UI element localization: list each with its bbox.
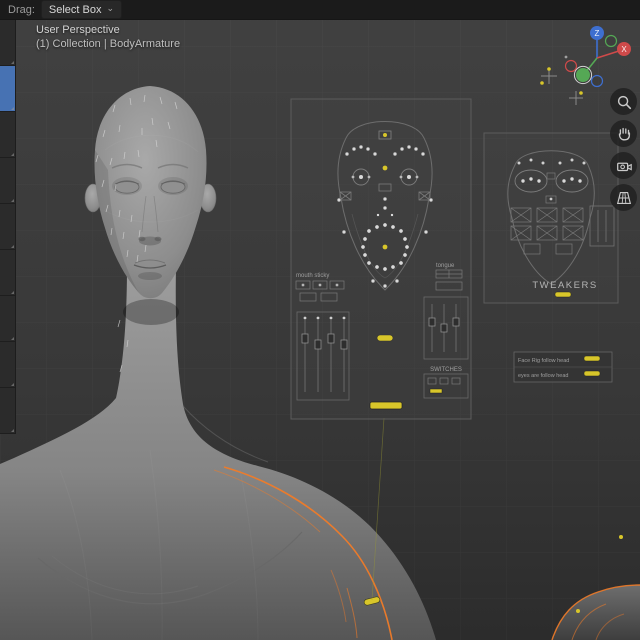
follow-row-2-label: eyes are follow head	[518, 373, 568, 379]
follow-toggle-2[interactable]	[583, 370, 601, 377]
center-slider-pill[interactable]	[376, 334, 394, 342]
toolbar-left	[0, 20, 16, 434]
camera-icon	[616, 162, 632, 171]
blender-window: mouth sticky tongue SWITCHES TWEAKERS Fa…	[0, 0, 640, 640]
mouth-master-control[interactable]	[382, 244, 388, 250]
perspective-grid-icon	[616, 191, 631, 204]
bone-dot[interactable]	[576, 609, 580, 613]
gizmo-axis-y[interactable]	[573, 65, 593, 85]
gizmo-x-label: X	[621, 45, 627, 54]
viewport-nav-buttons	[610, 88, 637, 211]
follow-settings-box[interactable]: Face Rig follow head eyes are follow hea…	[513, 351, 613, 383]
gizmo-axis-z[interactable]: Z	[590, 26, 604, 40]
face-rig-panel-main[interactable]: mouth sticky tongue SWITCHES	[290, 98, 472, 420]
active-collection-label: (1) Collection | BodyArmature	[36, 38, 181, 50]
viewport-canvas[interactable]: mouth sticky tongue SWITCHES TWEAKERS Fa…	[0, 0, 640, 640]
hand-icon	[618, 127, 630, 141]
toolbar-tool-9[interactable]	[0, 388, 15, 434]
gizmo-axis-x[interactable]: X	[617, 42, 631, 56]
gizmo-z-label: Z	[595, 29, 600, 38]
tweakers-slider-pill[interactable]	[554, 291, 572, 298]
camera-view-button[interactable]	[610, 152, 637, 179]
select-tool-dropdown[interactable]: Select Box ⌄	[40, 0, 123, 19]
toolbar-tool-8[interactable]	[0, 342, 15, 388]
view-perspective-label: User Perspective	[36, 24, 120, 36]
main-slider-bar[interactable]	[369, 401, 403, 410]
toolbar-tool-5[interactable]	[0, 204, 15, 250]
drag-label: Drag:	[8, 3, 35, 16]
mouth-sticky-label: mouth sticky	[296, 273, 329, 279]
viewport-3d[interactable]: mouth sticky tongue SWITCHES TWEAKERS Fa…	[0, 0, 640, 640]
select-tool-label: Select Box	[48, 3, 102, 16]
tongue-label: tongue	[436, 263, 455, 269]
toolbar-tool-7[interactable]	[0, 296, 15, 342]
toggle-ortho-button[interactable]	[610, 184, 637, 211]
toolbar-tool-4[interactable]	[0, 158, 15, 204]
gizmo-axis-neg-x[interactable]	[564, 59, 578, 73]
tweakers-title: TWEAKERS	[532, 280, 597, 291]
viewport-header: Drag: Select Box ⌄	[0, 0, 640, 20]
chevron-down-icon: ⌄	[106, 3, 115, 13]
eye-target-control[interactable]	[382, 165, 388, 171]
toolbar-tool-6[interactable]	[0, 250, 15, 296]
gizmo-axis-neg-z[interactable]	[590, 74, 604, 88]
toolbar-tool-3[interactable]	[0, 112, 15, 158]
zoom-button[interactable]	[610, 88, 637, 115]
toolbar-tool-2-active[interactable]	[0, 66, 15, 112]
toolbar-tool-1[interactable]	[0, 20, 15, 66]
magnifier-icon	[617, 95, 631, 109]
gizmo-axis-neg-y[interactable]	[604, 34, 618, 48]
switches-label: SWITCHES	[430, 367, 462, 373]
follow-row-1-label: Face Rig follow head	[518, 358, 569, 364]
move-view-button[interactable]	[610, 120, 637, 147]
follow-toggle-1[interactable]	[583, 355, 601, 362]
face-rig-panel-tweakers[interactable]: TWEAKERS	[483, 132, 619, 304]
